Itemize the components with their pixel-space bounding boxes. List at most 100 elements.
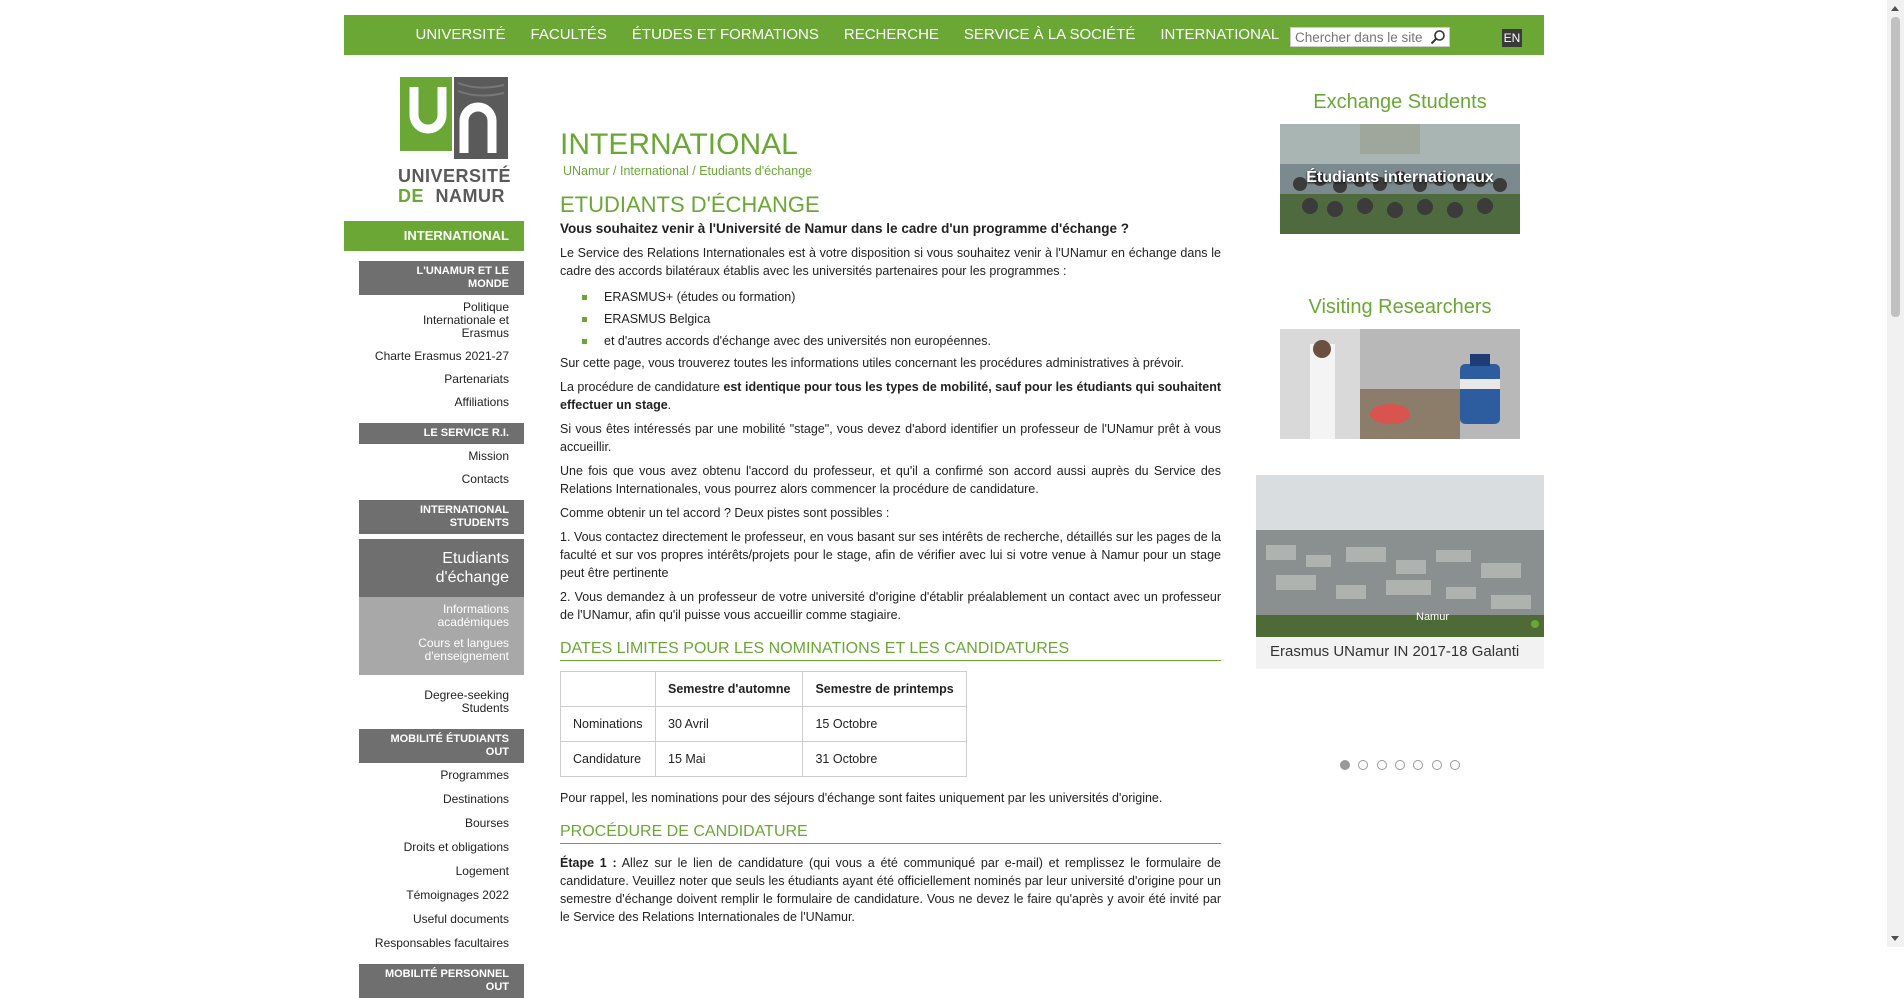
carousel-dots [1256, 757, 1544, 775]
language-switch-button[interactable]: EN [1502, 29, 1522, 47]
nav-etudes[interactable]: ÉTUDES ET FORMATIONS [619, 15, 831, 55]
subheading-procedure: PROCÉDURE DE CANDIDATURE [560, 823, 1221, 844]
carousel-dot-1[interactable] [1339, 760, 1350, 770]
paragraph: Comme obtenir un tel accord ? Deux piste… [560, 506, 890, 520]
university-logo[interactable]: UNIVERSITÉ DE NAMUR [398, 77, 512, 207]
nav-universite[interactable]: UNIVERSITÉ [403, 15, 518, 55]
breadcrumb-current[interactable]: Etudiants d'échange [699, 164, 812, 178]
table-row: Nominations 30 Avril 15 Octobre [560, 706, 967, 742]
table-cell: 15 Mai [654, 741, 804, 777]
nav-recherche[interactable]: RECHERCHE [831, 15, 951, 55]
scroll-up-icon[interactable] [1891, 6, 1899, 11]
sidebar-group-mobilite-personnel-out[interactable]: MOBILITÉ PERSONNEL OUT [359, 964, 524, 998]
scrollbar-thumb[interactable] [1891, 17, 1900, 317]
exchange-students-image[interactable]: Étudiants internationaux [1280, 124, 1520, 234]
paragraph: 2. Vous demandez à un professeur de votr… [560, 590, 1221, 622]
nav-service-societe[interactable]: SERVICE À LA SOCIÉTÉ [951, 15, 1147, 55]
sidebar-link-temoignages[interactable]: Témoignages 2022 [359, 887, 524, 904]
carousel-dot-2[interactable] [1358, 760, 1369, 770]
breadcrumb-international[interactable]: International [620, 164, 689, 178]
exchange-students-title[interactable]: Exchange Students [1256, 91, 1544, 114]
subheading-dates: DATES LIMITES POUR LES NOMINATIONS ET LE… [560, 640, 1221, 661]
sidebar: INTERNATIONAL L'UNAMUR ET LE MONDE Polit… [344, 221, 524, 998]
breadcrumb: UNamur / International / Etudiants d'éch… [563, 162, 1221, 180]
main-content: INTERNATIONAL UNamur / International / E… [560, 128, 1221, 932]
video-caption[interactable]: Erasmus UNamur IN 2017-18 Galanti [1256, 637, 1544, 669]
logo-text-de-namur: DE NAMUR [398, 186, 510, 207]
logo-text-de: DE [398, 186, 425, 206]
page-scrollbar[interactable] [1887, 0, 1904, 947]
text: . [667, 398, 672, 412]
nav-facultes[interactable]: FACULTÉS [518, 15, 619, 55]
nav-international[interactable]: INTERNATIONAL [1148, 15, 1292, 55]
table-cell: 30 Avril [654, 706, 804, 742]
visiting-researchers-title[interactable]: Visiting Researchers [1256, 296, 1544, 319]
paragraph: Si vous êtes intéressés par une mobilité… [560, 422, 1221, 454]
sidebar-link-infos-academiques[interactable]: Informations académiques [374, 603, 509, 629]
carousel-dot-3[interactable] [1376, 760, 1387, 770]
carousel-dot-5[interactable] [1413, 760, 1424, 770]
list-item: ERASMUS Belgica [582, 308, 1221, 330]
list-item: et d'autres accords d'échange avec des u… [582, 330, 1221, 352]
sidebar-active-item[interactable]: Etudiants d'échange [359, 539, 524, 597]
table-header-cell: Semestre de printemps [802, 671, 967, 707]
text: La procédure de candidature [560, 380, 724, 394]
image-overlay-text: Étudiants internationaux [1306, 169, 1494, 186]
video-logo-icon [1531, 620, 1539, 628]
logo-text-namur: NAMUR [435, 186, 506, 206]
sidebar-link-destinations[interactable]: Destinations [359, 791, 524, 808]
sidebar-link-contacts[interactable]: Contacts [359, 471, 524, 488]
logo-text-universite: UNIVERSITÉ [398, 166, 512, 186]
carousel-dot-7[interactable] [1450, 760, 1461, 770]
table-header-cell: Semestre d'automne [654, 671, 804, 707]
sidebar-group-international-students[interactable]: INTERNATIONAL STUDENTS [359, 500, 524, 534]
step-1-text: Allez sur le lien de candidature (qui vo… [560, 856, 1222, 924]
sidebar-link-useful-documents[interactable]: Useful documents [359, 911, 524, 928]
sidebar-section-title[interactable]: INTERNATIONAL [344, 221, 524, 251]
sidebar-link-partenariats[interactable]: Partenariats [359, 371, 524, 388]
video-player[interactable]: Namur [1256, 475, 1544, 637]
sidebar-link-degree-seeking[interactable]: Degree-seeking Students [359, 687, 524, 717]
visiting-researchers-image[interactable] [1280, 329, 1520, 439]
paragraph: Sur cette page, vous trouverez toutes le… [560, 356, 1184, 370]
right-column: Exchange Students Étudiants internationa… [1256, 91, 1544, 775]
sidebar-group-service-ri[interactable]: LE SERVICE R.I. [359, 423, 524, 444]
paragraph: 1. Vous contactez directement le profess… [560, 530, 1221, 580]
video-overlay-text: Namur [1416, 611, 1450, 623]
breadcrumb-unamur[interactable]: UNamur [563, 164, 610, 178]
sidebar-link-logement[interactable]: Logement [359, 863, 524, 880]
unamur-logo-icon [400, 77, 508, 159]
programs-list: ERASMUS+ (études ou formation) ERASMUS B… [560, 286, 1221, 352]
intro-question: Vous souhaitez venir à l'Université de N… [560, 221, 1130, 236]
search-icon[interactable] [1430, 29, 1446, 45]
table-cell: 15 Octobre [802, 706, 967, 742]
sidebar-group-unamur-monde[interactable]: L'UNAMUR ET LE MONDE [359, 261, 524, 295]
paragraph: Une fois que vous avez obtenu l'accord d… [560, 464, 1221, 496]
sidebar-link-politique[interactable]: Politique Internationale et Erasmus [359, 299, 524, 342]
breadcrumb-separator: / [609, 164, 620, 178]
laboratory-photo-icon [1280, 329, 1520, 439]
sidebar-group-mobilite-etudiants-out[interactable]: MOBILITÉ ÉTUDIANTS OUT [359, 729, 524, 763]
top-navigation: UNIVERSITÉ FACULTÉS ÉTUDES ET FORMATIONS… [344, 15, 1544, 55]
sidebar-link-charte[interactable]: Charte Erasmus 2021-27 [359, 348, 524, 365]
step-1-paragraph: Étape 1 : Allez sur le lien de candidatu… [560, 854, 1221, 926]
sidebar-link-droits[interactable]: Droits et obligations [359, 839, 524, 856]
table-cell: Nominations [560, 706, 656, 742]
page-title: INTERNATIONAL [560, 128, 798, 161]
sidebar-link-cours-langues[interactable]: Cours et langues d'enseignement [374, 637, 509, 663]
search-input[interactable] [1291, 28, 1429, 46]
sidebar-link-programmes[interactable]: Programmes [359, 767, 524, 784]
scroll-down-icon[interactable] [1891, 936, 1899, 941]
carousel-dot-4[interactable] [1395, 760, 1405, 770]
sidebar-active-subitems: Informations académiques Cours et langue… [359, 597, 524, 675]
sidebar-link-bourses[interactable]: Bourses [359, 815, 524, 832]
step-1-label: Étape 1 : [560, 856, 617, 870]
paragraph-intro: Le Service des Relations Internationales… [560, 246, 1221, 278]
carousel-dot-6[interactable] [1431, 760, 1442, 770]
sidebar-link-mission[interactable]: Mission [359, 448, 524, 465]
sidebar-link-responsables[interactable]: Responsables facultaires [359, 935, 524, 952]
table-row: Candidature 15 Mai 31 Octobre [560, 741, 967, 777]
table-header-cell [560, 671, 656, 707]
sidebar-link-affiliations[interactable]: Affiliations [359, 394, 524, 411]
table-header-row: Semestre d'automne Semestre de printemps [560, 671, 967, 707]
